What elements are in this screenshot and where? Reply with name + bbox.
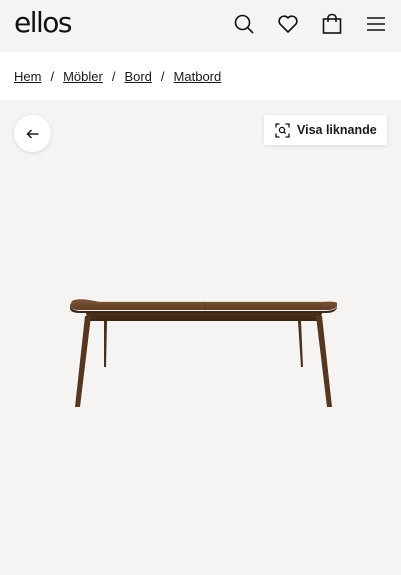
ellos-logo[interactable]: ellos — [14, 6, 73, 39]
product-gallery[interactable]: Visa liknande — [0, 100, 401, 575]
search-icon[interactable] — [233, 13, 255, 35]
show-similar-button[interactable]: Visa liknande — [264, 115, 387, 145]
breadcrumb-item-mobler[interactable]: Möbler — [63, 69, 103, 84]
breadcrumb-item-matbord[interactable]: Matbord — [174, 69, 222, 84]
breadcrumb-separator: / — [160, 68, 165, 84]
breadcrumb: Hem / Möbler / Bord / Matbord — [0, 52, 401, 100]
menu-icon[interactable] — [365, 13, 387, 35]
bag-icon[interactable] — [321, 13, 343, 35]
arrow-left-icon — [26, 129, 38, 138]
breadcrumb-item-bord[interactable]: Bord — [124, 69, 151, 84]
back-button[interactable] — [14, 115, 51, 152]
heart-icon[interactable] — [277, 13, 299, 35]
show-similar-label: Visa liknande — [297, 123, 377, 137]
visual-search-icon — [275, 122, 290, 138]
site-header: ellos — [0, 0, 401, 52]
product-image — [70, 299, 337, 407]
breadcrumb-separator: / — [111, 68, 116, 84]
breadcrumb-separator: / — [50, 68, 55, 84]
breadcrumb-item-hem[interactable]: Hem — [14, 69, 41, 84]
